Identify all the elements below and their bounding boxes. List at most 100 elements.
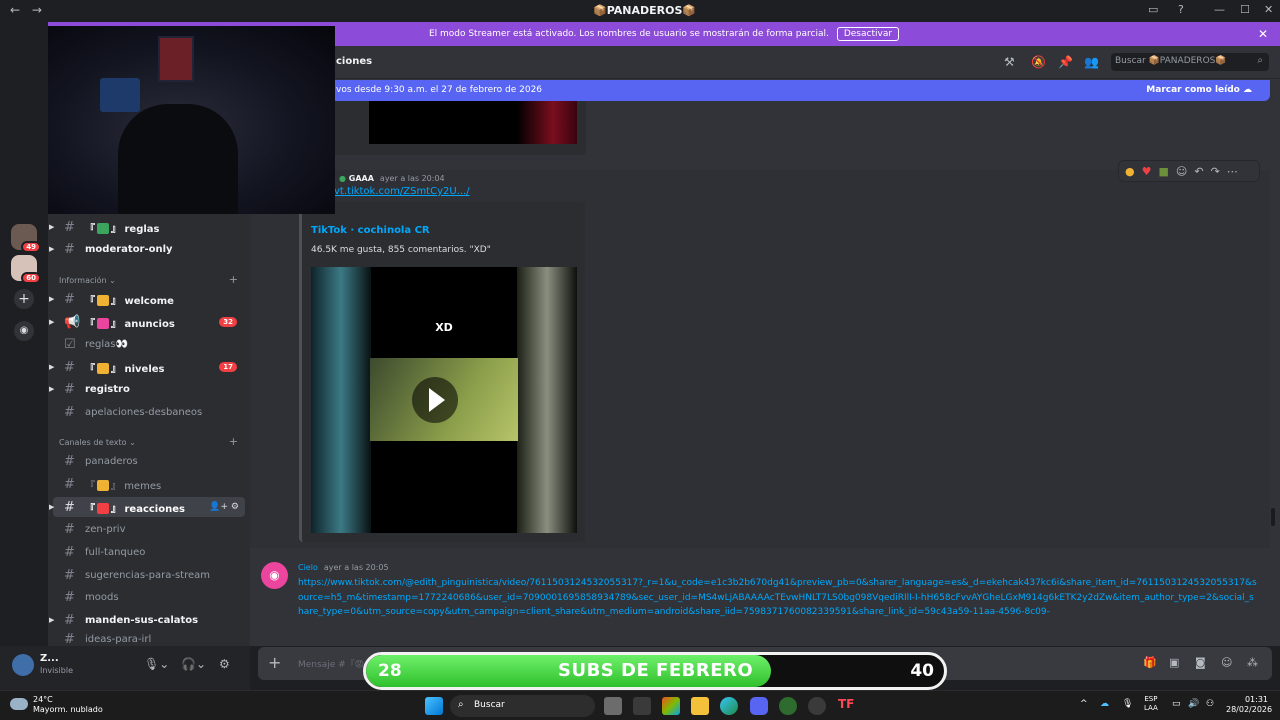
channel-anuncios[interactable]: ▶ 📢 『』 anuncios 32	[49, 312, 245, 332]
network-icon[interactable]: ▭	[1172, 699, 1181, 709]
channel-name: registro	[85, 383, 130, 395]
add-reaction-icon[interactable]: ☺	[1176, 165, 1187, 178]
tiktok-embed: TikTok TikTok · cochinola CR 46.5K me gu…	[299, 202, 585, 542]
server-icon[interactable]: 60	[11, 255, 41, 284]
channel-memes[interactable]: # 『』 memes	[53, 474, 245, 494]
channel-moderator-only[interactable]: ▶ # moderator-only	[49, 239, 245, 259]
deactivate-button[interactable]: Desactivar	[836, 27, 900, 41]
heart-reaction-icon[interactable]: ♥	[1142, 165, 1152, 178]
show-hidden-icons[interactable]: ^	[1080, 699, 1088, 709]
play-icon[interactable]	[412, 377, 458, 423]
reply-icon[interactable]: ↶	[1194, 165, 1203, 178]
clock[interactable]: 01:31 28/02/2026	[1226, 695, 1272, 715]
server-rail: 49 60 + ◉	[0, 22, 48, 690]
discord-icon[interactable]	[750, 697, 768, 715]
language-indicator[interactable]: ESP LAA	[1144, 695, 1158, 713]
category-canales-de-texto[interactable]: Canales de texto ⌄	[59, 438, 136, 447]
obs-icon[interactable]	[808, 697, 826, 715]
channel-zen-priv[interactable]: # zen-priv	[53, 519, 245, 539]
attach-icon[interactable]: +	[268, 653, 281, 672]
channel-apelaciones-desbaneos[interactable]: # apelaciones-desbaneos	[53, 402, 245, 422]
channel-niveles[interactable]: ▶ # 『』 niveles 17	[49, 357, 245, 377]
scrollbar-thumb[interactable]	[1271, 508, 1275, 526]
laugh-reaction-icon[interactable]: ●	[1125, 165, 1135, 178]
message-author[interactable]: ● GAAA	[339, 174, 374, 183]
channel-reglas-rules[interactable]: ☑ reglas👀	[53, 334, 245, 354]
gift-icon[interactable]: 🎁	[1143, 656, 1157, 669]
copilot-icon[interactable]	[662, 697, 680, 715]
file-explorer-icon[interactable]	[691, 697, 709, 715]
add-channel-icon[interactable]: +	[229, 273, 238, 286]
back-icon[interactable]: ←	[10, 3, 20, 17]
tf-app-icon[interactable]: TF	[838, 697, 856, 715]
channel-sugerencias-para-stream[interactable]: # sugerencias-para-stream	[53, 565, 245, 585]
channel-reacciones[interactable]: ▶ # 『』 reacciones 👤+ ⚙	[49, 497, 245, 517]
close-window-button[interactable]: ✕	[1264, 3, 1273, 16]
forward-icon[interactable]: ↷	[1211, 165, 1220, 178]
microphone-icon[interactable]: 🎙⌄	[144, 657, 169, 671]
weather-widget[interactable]: 24°C Mayorm. nublado	[10, 695, 103, 715]
sticker-icon[interactable]: ◙	[1195, 656, 1206, 669]
add-server-icon[interactable]: +	[14, 289, 34, 309]
avatar[interactable]	[12, 654, 34, 676]
more-options-icon[interactable]: ⋯	[1227, 165, 1238, 178]
avatar[interactable]: ◉	[261, 562, 288, 589]
edge-icon[interactable]	[720, 697, 738, 715]
maximize-button[interactable]: ☐	[1240, 3, 1250, 16]
minimize-button[interactable]: —	[1214, 3, 1225, 16]
channel-settings-icon[interactable]: 👤+ ⚙	[209, 502, 239, 512]
mark-read-button[interactable]: Marcar como leído ☁	[1146, 85, 1252, 95]
task-view-icon[interactable]	[604, 697, 622, 715]
hash-icon: #	[64, 544, 75, 560]
embed-video[interactable]: XD	[311, 267, 577, 533]
start-icon[interactable]	[425, 697, 443, 715]
members-icon[interactable]: 👥	[1084, 55, 1099, 69]
category-informacion[interactable]: Información ⌄	[59, 276, 116, 285]
headphones-icon[interactable]: 🎧⌄	[181, 657, 206, 671]
add-channel-icon[interactable]: +	[229, 435, 238, 448]
new-messages-bar[interactable]: vos desde 9:30 a.m. el 27 de febrero de …	[330, 80, 1270, 101]
channel-name: sugerencias-para-stream	[85, 569, 211, 581]
message-author[interactable]: Cielo	[298, 563, 318, 572]
message-link[interactable]: vt.tiktok.com/ZSmtCy2U.../	[334, 186, 470, 197]
app-icon[interactable]	[779, 697, 797, 715]
threads-icon[interactable]: ⚒	[1004, 55, 1015, 69]
server-icon[interactable]: 49	[11, 224, 41, 253]
embed-title[interactable]: TikTok · cochinola CR	[311, 225, 430, 236]
username: Z...	[40, 653, 59, 664]
channel-reglas[interactable]: ▶ # 『』 reglas	[49, 217, 245, 237]
search-input[interactable]: Buscar 📦PANADEROS📦 ⌕	[1111, 53, 1269, 71]
emoji-reaction-icon[interactable]: ■	[1158, 165, 1168, 178]
settings-gear-icon[interactable]: ⚙	[219, 657, 230, 671]
apps-icon[interactable]: ⁂	[1247, 656, 1258, 669]
volume-icon[interactable]: 🔊	[1188, 699, 1199, 709]
hash-icon: #	[64, 589, 75, 605]
battery-icon[interactable]: ⚇	[1206, 699, 1214, 709]
channel-welcome[interactable]: ▶ # 『』 welcome	[49, 289, 245, 309]
message-header: ● GAAA ayer a las 20:04	[339, 174, 445, 183]
widgets-icon[interactable]	[633, 697, 651, 715]
close-icon[interactable]: ✕	[1258, 27, 1268, 41]
explore-icon[interactable]: ◉	[14, 321, 34, 341]
message-link[interactable]: https://www.tiktok.com/@edith_pinguinist…	[298, 576, 1258, 620]
channel-registro[interactable]: ▶ # registro	[49, 379, 245, 399]
taskbar-search[interactable]: ⌕ Buscar	[450, 695, 595, 717]
channel-manden-sus-calatos[interactable]: ▶ # manden-sus-calatos	[49, 610, 245, 630]
help-icon[interactable]: ?	[1178, 3, 1184, 16]
channel-full-tanqueo[interactable]: # full-tanqueo	[53, 542, 245, 562]
mic-tray-icon[interactable]: 🎙	[1122, 699, 1133, 709]
server-badge: 49	[21, 241, 41, 253]
channel-name: 『』 reglas	[85, 222, 160, 235]
mute-icon[interactable]: 🔕	[1031, 55, 1046, 69]
channel-panaderos[interactable]: # panaderos	[53, 451, 245, 471]
video-thumbnail[interactable]	[369, 101, 577, 144]
emoji-icon[interactable]: ☺	[1221, 656, 1232, 669]
channel-ideas-para-irl[interactable]: # ideas-para-irl	[53, 632, 245, 646]
gif-icon[interactable]: ▣	[1169, 656, 1179, 669]
onedrive-icon[interactable]: ☁	[1100, 699, 1109, 709]
channel-moods[interactable]: # moods	[53, 587, 245, 607]
forward-icon[interactable]: →	[32, 3, 42, 17]
inbox-icon[interactable]: ▭	[1148, 3, 1158, 16]
clock-time: 01:31	[1244, 695, 1268, 704]
pin-icon[interactable]: 📌	[1058, 55, 1073, 69]
